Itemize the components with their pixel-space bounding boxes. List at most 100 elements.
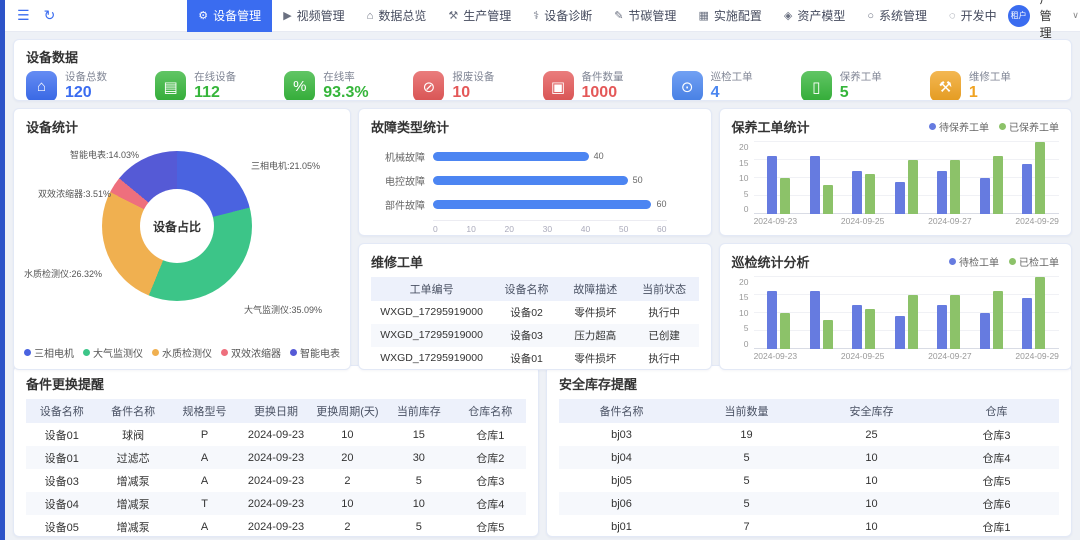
legend-item[interactable]: 三相电机: [24, 345, 74, 360]
table-cell: 增减泵: [97, 492, 168, 515]
table-cell: A: [169, 469, 240, 492]
spare-replace-panel: 备件更换提醒 设备名称备件名称规格型号更换日期更换周期(天)当前库存仓库名称设备…: [13, 365, 539, 537]
table-cell: 零件损坏: [561, 347, 630, 370]
panel-title-inspection: 巡检统计分析: [732, 252, 810, 271]
panel-title-device-statistics: 设备统计: [14, 109, 350, 136]
middle-row: 设备统计 设备占比 三相电机:21.05% 大气监测仪:35.09% 水质检测仪…: [13, 108, 1072, 358]
hbar-value-label: 40: [594, 151, 604, 161]
legend-dot: [929, 123, 936, 130]
bar: [865, 174, 875, 214]
stat-card-5: ▣ 备件数量 1000: [543, 71, 672, 101]
x-axis-labels: 2024-09-232024-09-252024-09-272024-09-29: [720, 214, 1072, 230]
device-pie-chart: 设备占比: [102, 151, 252, 301]
nav-tab-8[interactable]: ◈资产模型: [773, 0, 856, 32]
nav-tab-5[interactable]: ⚕设备诊断: [522, 0, 603, 32]
nav-tab-10[interactable]: ◌开发中: [938, 0, 1008, 32]
table-row: 设备01球阀P2024-09-231015仓库1: [26, 423, 526, 446]
hbar-category-label: 部件故障: [373, 197, 425, 212]
column-header: 当前数量: [684, 399, 809, 423]
table-cell: 已创建: [630, 324, 699, 347]
table-row: bj031925仓库3: [559, 423, 1059, 446]
device-statistics-panel: 设备统计 设备占比 三相电机:21.05% 大气监测仪:35.09% 水质检测仪…: [13, 108, 351, 370]
table-row: bj01710仓库1: [559, 515, 1059, 537]
table-cell: 5: [684, 492, 809, 515]
pie-callout-label: 双效浓缩器:3.51%: [38, 187, 111, 200]
tab-icon: ○: [867, 10, 874, 22]
legend-item[interactable]: 双效浓缩器: [221, 345, 281, 360]
tab-label: 实施配置: [714, 7, 762, 24]
stat-value: 93.3%: [323, 84, 368, 101]
table-cell: 10: [809, 446, 934, 469]
table-cell: 设备05: [26, 515, 97, 537]
legend-item[interactable]: 智能电表: [290, 345, 340, 360]
bar-group: [810, 277, 833, 349]
nav-tab-3[interactable]: ⌂数据总览: [356, 0, 438, 32]
table-cell: 仓库2: [455, 446, 526, 469]
legend-item[interactable]: 大气监测仪: [83, 345, 143, 360]
bar: [993, 156, 1003, 214]
column-header: 故障描述: [561, 277, 630, 301]
table-cell: 执行中: [630, 301, 699, 324]
pie-center-label: 设备占比: [140, 189, 214, 263]
legend-item[interactable]: 已保养工单: [999, 119, 1059, 134]
panel-title-fault-type: 故障类型统计: [359, 109, 711, 136]
table-cell: 5: [684, 446, 809, 469]
stat-value: 120: [65, 84, 107, 101]
bar-group: [937, 142, 960, 214]
nav-tab-2[interactable]: ▶视频管理: [272, 0, 355, 32]
table-cell: 仓库6: [934, 492, 1059, 515]
nav-tab-4[interactable]: ⚒生产管理: [437, 0, 522, 32]
stat-label: 维修工单: [969, 71, 1011, 84]
y-axis-labels: 20151050: [732, 142, 754, 214]
table-cell: 30: [383, 446, 454, 469]
column-header: 更换日期: [240, 399, 311, 423]
bar: [823, 185, 833, 214]
bar-group: [810, 142, 833, 214]
bar: [780, 313, 790, 349]
table-cell: 仓库1: [455, 423, 526, 446]
chevron-down-icon[interactable]: ∨: [1072, 10, 1079, 21]
hbar-row: 电控故障 50: [373, 168, 697, 192]
legend-dot: [949, 258, 956, 265]
maintenance-chart-panel: 保养工单统计 待保养工单已保养工单 201510502024-09-232024…: [719, 108, 1073, 236]
column-header: 安全库存: [809, 399, 934, 423]
y-axis-labels: 20151050: [732, 277, 754, 349]
legend-item[interactable]: 待检工单: [949, 254, 999, 269]
bar: [937, 305, 947, 348]
bar: [1022, 298, 1032, 348]
panel-title-device-data: 设备数据: [14, 40, 1071, 66]
table-cell: 2: [312, 469, 383, 492]
table-row: 设备01过滤芯A2024-09-232030仓库2: [26, 446, 526, 469]
bar: [852, 305, 862, 348]
stat-icon: ▯: [801, 71, 832, 101]
avatar[interactable]: 租户: [1008, 5, 1030, 27]
legend-item[interactable]: 已检工单: [1009, 254, 1059, 269]
hbar-bar: [433, 176, 628, 185]
menu-toggle-icon[interactable]: ☰: [17, 7, 30, 24]
legend-dot: [152, 349, 159, 356]
nav-tab-6[interactable]: ✎节碳管理: [603, 0, 687, 32]
column-header: 工单编号: [371, 277, 492, 301]
bar: [1035, 277, 1045, 349]
table-cell: bj06: [559, 492, 684, 515]
bar: [908, 160, 918, 214]
refresh-icon[interactable]: ↻: [44, 7, 56, 24]
nav-tab-7[interactable]: ▦实施配置: [687, 0, 772, 32]
hbar-row: 机械故障 40: [373, 144, 697, 168]
bar-group: [980, 142, 1003, 214]
table-row: 设备04增减泵T2024-09-231010仓库4: [26, 492, 526, 515]
legend-item[interactable]: 待保养工单: [929, 119, 989, 134]
table-row: WXGD_17295919000设备01零件损坏执行中: [371, 347, 699, 370]
stat-card-6: ⊙ 巡检工单 4: [672, 71, 801, 101]
table-cell: 10: [809, 469, 934, 492]
tab-label: 节碳管理: [628, 7, 676, 24]
legend-dot: [290, 349, 297, 356]
column-header: 设备名称: [26, 399, 97, 423]
nav-tab-9[interactable]: ○系统管理: [856, 0, 938, 32]
stat-card-7: ▯ 保养工单 5: [801, 71, 930, 101]
stat-value: 112: [194, 84, 236, 101]
legend-item[interactable]: 水质检测仪: [152, 345, 212, 360]
collapsed-sidebar-strip[interactable]: [0, 0, 5, 540]
bar-group: [852, 277, 875, 349]
nav-tab-1[interactable]: ⚙设备管理: [187, 0, 272, 32]
